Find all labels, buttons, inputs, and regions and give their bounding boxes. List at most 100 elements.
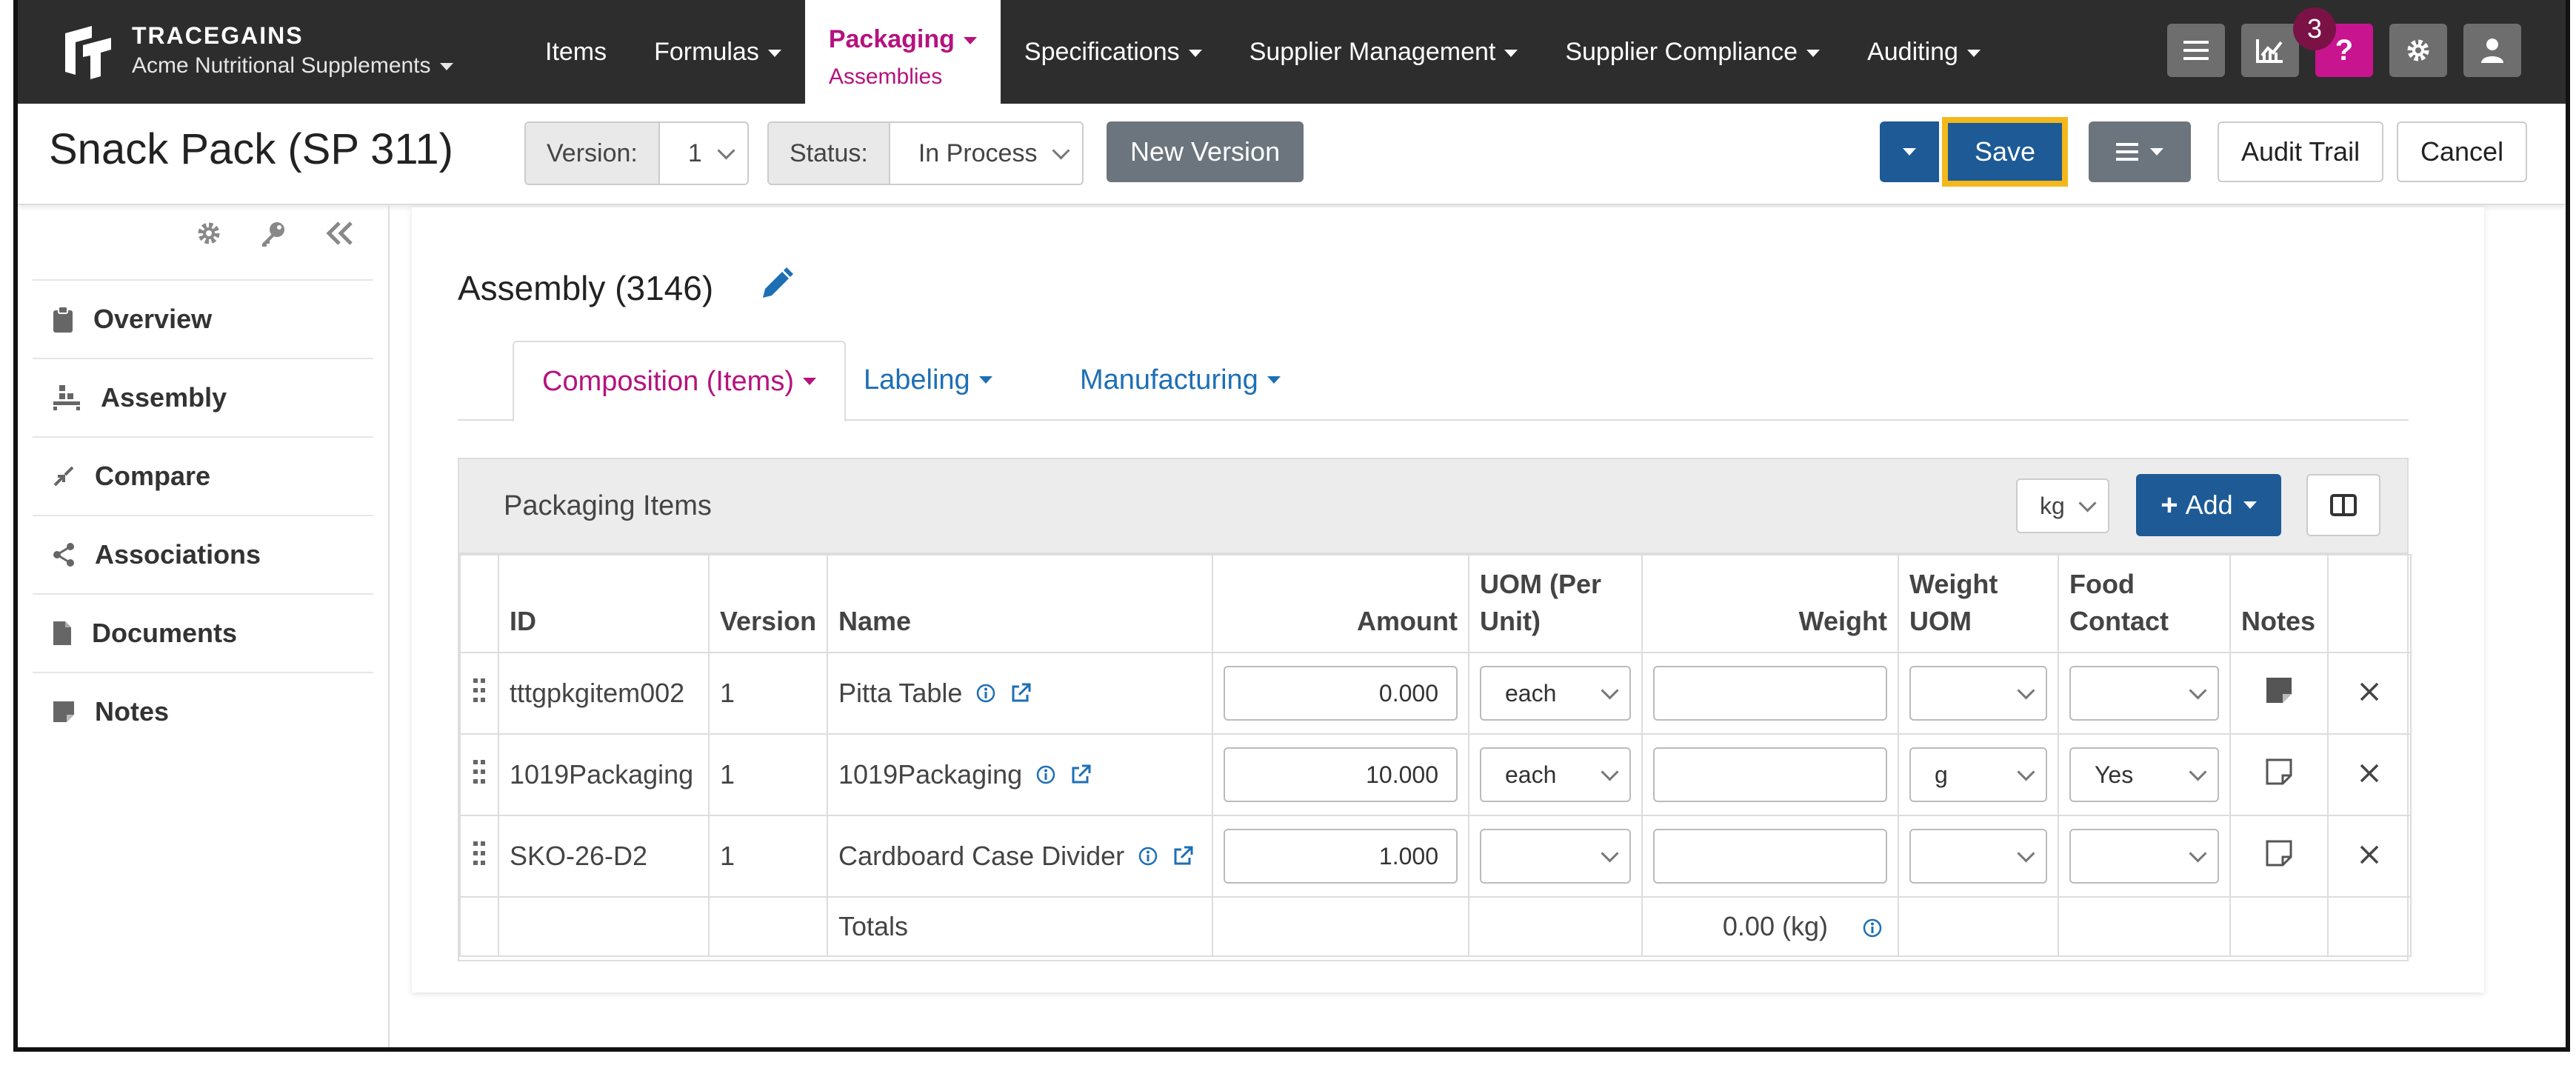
col-version[interactable]: Version xyxy=(708,554,828,653)
tab-labeling[interactable]: Labeling xyxy=(864,341,992,419)
nav-auditing[interactable]: Auditing xyxy=(1843,0,2004,104)
notification-badge[interactable]: 3 xyxy=(2293,7,2336,50)
amount-input[interactable]: 10.000 xyxy=(1224,747,1458,802)
weight-input[interactable] xyxy=(1653,747,1887,802)
drag-handle[interactable] xyxy=(459,652,499,735)
info-icon[interactable] xyxy=(975,683,996,704)
nav-items[interactable]: Items xyxy=(521,0,630,104)
org-switcher[interactable]: Acme Nutritional Supplements xyxy=(132,50,453,81)
cell-remove xyxy=(2327,815,2412,898)
nav-label: Items xyxy=(545,37,607,66)
info-icon[interactable] xyxy=(1862,918,1883,938)
amount-input[interactable]: 0.000 xyxy=(1224,666,1458,721)
weight-uom-select[interactable]: g xyxy=(1909,747,2047,802)
food-contact-select[interactable] xyxy=(2069,829,2219,884)
tab-composition[interactable]: Composition (Items) xyxy=(513,341,846,422)
note-filled-icon[interactable] xyxy=(2265,676,2293,704)
version-select[interactable]: Version: 1 xyxy=(524,121,749,185)
col-weight-uom[interactable]: Weight UOM xyxy=(1898,554,2059,653)
cell-notes xyxy=(2229,733,2329,816)
clipboard-icon xyxy=(53,306,73,333)
empty-cell xyxy=(2229,896,2329,957)
pencil-icon[interactable] xyxy=(758,267,794,302)
sidebar-item-assembly[interactable]: Assembly xyxy=(33,359,373,438)
cell-remove xyxy=(2327,733,2412,816)
user-button[interactable] xyxy=(2463,24,2521,77)
close-icon[interactable] xyxy=(2359,681,2380,702)
col-food-contact[interactable]: Food Contact xyxy=(2058,554,2231,653)
close-icon[interactable] xyxy=(2359,763,2380,784)
drag-handle[interactable] xyxy=(459,733,499,816)
note-outline-icon[interactable] xyxy=(2265,839,2293,867)
close-icon[interactable] xyxy=(2359,844,2380,865)
page-title: Snack Pack (SP 311) xyxy=(49,125,453,173)
unit-select[interactable]: kg xyxy=(2016,478,2109,533)
weight-input[interactable] xyxy=(1653,666,1887,721)
weight-uom-select[interactable] xyxy=(1909,829,2047,884)
drag-handle[interactable] xyxy=(459,815,499,898)
col-amount[interactable]: Amount xyxy=(1212,554,1469,653)
col-uom[interactable]: UOM (Per Unit) xyxy=(1468,554,1643,653)
status-select[interactable]: Status: In Process xyxy=(767,121,1084,185)
sidebar-item-label: Associations xyxy=(95,539,261,570)
weight-uom-select[interactable] xyxy=(1909,666,2047,721)
chevron-down-icon xyxy=(717,141,735,160)
save-options-dropdown[interactable] xyxy=(1880,121,1939,182)
chevron-down-icon xyxy=(2078,493,2097,513)
info-icon[interactable] xyxy=(1138,846,1158,867)
caret-down-icon xyxy=(2150,148,2163,156)
nav-specifications[interactable]: Specifications xyxy=(1001,0,1226,104)
panel-header: Packaging Items kg + Add xyxy=(459,459,2407,554)
nav-formulas[interactable]: Formulas xyxy=(630,0,805,104)
assembly-title: Assembly (3146) xyxy=(458,269,714,307)
info-icon[interactable] xyxy=(1035,764,1056,785)
col-id[interactable]: ID xyxy=(498,554,710,653)
food-contact-select[interactable]: Yes xyxy=(2069,747,2219,802)
actions-menu-button[interactable] xyxy=(2089,121,2191,182)
col-notes[interactable]: Notes xyxy=(2229,554,2329,653)
save-button[interactable]: Save xyxy=(1942,117,2068,187)
col-name[interactable]: Name xyxy=(827,554,1213,653)
sidebar-item-overview[interactable]: Overview xyxy=(33,279,373,359)
external-link-icon[interactable] xyxy=(1010,682,1032,704)
nav-packaging[interactable]: Packaging Assemblies xyxy=(804,0,1001,104)
add-button[interactable]: + Add xyxy=(2136,474,2281,536)
analytics-button[interactable] xyxy=(2241,24,2299,77)
empty-cell xyxy=(2327,896,2412,957)
col-weight[interactable]: Weight xyxy=(1641,554,1899,653)
sidebar-item-compare[interactable]: Compare xyxy=(33,438,373,516)
item-name: Pitta Table xyxy=(838,678,963,708)
empty-cell xyxy=(1468,896,1643,957)
collapse-icon[interactable] xyxy=(324,220,354,247)
new-version-button[interactable]: New Version xyxy=(1107,121,1304,182)
sidebar-item-notes[interactable]: Notes xyxy=(33,673,373,750)
nav-supplier-management[interactable]: Supplier Management xyxy=(1226,0,1542,104)
external-link-icon[interactable] xyxy=(1172,845,1194,867)
external-link-icon[interactable] xyxy=(1070,764,1092,786)
food-contact-select[interactable] xyxy=(2069,666,2219,721)
chevron-down-icon xyxy=(1601,844,1619,863)
help-button[interactable]: 3 ? xyxy=(2293,7,2373,77)
settings-button[interactable] xyxy=(2389,24,2447,77)
sidebar-item-documents[interactable]: Documents xyxy=(33,595,373,673)
nav-supplier-compliance[interactable]: Supplier Compliance xyxy=(1541,0,1843,104)
brand[interactable]: TRACEGAINS Acme Nutritional Supplements xyxy=(62,21,453,81)
audit-trail-button[interactable]: Audit Trail xyxy=(2218,121,2384,182)
uom-select[interactable] xyxy=(1480,829,1631,884)
uom-select[interactable]: each xyxy=(1480,747,1631,802)
columns-toggle-button[interactable] xyxy=(2306,474,2380,536)
note-outline-icon[interactable] xyxy=(2265,758,2293,786)
caret-down-icon xyxy=(2243,501,2257,509)
amount-input[interactable]: 1.000 xyxy=(1224,829,1458,884)
gear-icon[interactable] xyxy=(196,220,222,247)
tab-label: Manufacturing xyxy=(1080,364,1258,396)
chevron-down-icon xyxy=(2189,762,2207,781)
cell-uom xyxy=(1468,815,1643,898)
menu-button[interactable] xyxy=(2167,24,2225,77)
weight-input[interactable] xyxy=(1653,829,1887,884)
cancel-button[interactable]: Cancel xyxy=(2397,121,2528,182)
tab-manufacturing[interactable]: Manufacturing xyxy=(1080,341,1281,419)
uom-select[interactable]: each xyxy=(1480,666,1631,721)
key-icon[interactable] xyxy=(259,220,287,248)
sidebar-item-associations[interactable]: Associations xyxy=(33,516,373,595)
